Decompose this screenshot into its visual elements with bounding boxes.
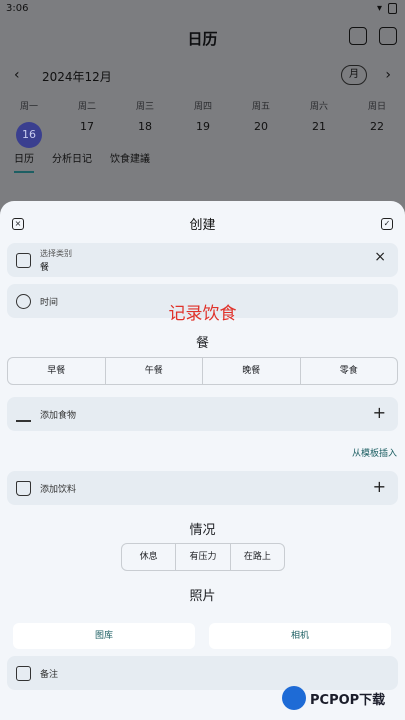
watermark-logo-icon: [282, 686, 306, 710]
tab-diet-advice[interactable]: 饮食建議: [110, 150, 150, 173]
overlay-caption: 记录饮食: [168, 304, 237, 324]
weekday-column[interactable]: 周二 17: [72, 99, 102, 133]
category-selector[interactable]: 选择类别 餐 ×: [7, 243, 398, 277]
weekday-label: 周五: [251, 102, 270, 112]
calendar-icon[interactable]: [349, 27, 367, 45]
tab-analysis-diary[interactable]: 分析日记: [52, 150, 92, 173]
add-food-plus-icon[interactable]: +: [373, 403, 386, 422]
sheet-header: × 创建 ✓: [0, 214, 405, 234]
weekday-label: 周二: [77, 102, 96, 112]
battery-icon: [388, 3, 397, 14]
situation-option-on-the-road[interactable]: 在路上: [231, 544, 284, 570]
note-label: 备注: [40, 670, 59, 680]
sheet-title: 创建: [189, 218, 216, 233]
wifi-icon: ▾: [376, 3, 382, 14]
chevron-left-icon[interactable]: ‹: [14, 67, 20, 83]
food-icon: [16, 407, 31, 422]
weekday-column[interactable]: 周五 20: [246, 99, 276, 133]
watermark: PCPOP下载: [280, 683, 405, 715]
add-drink-label: 添加饮料: [40, 485, 77, 495]
photo-heading: 照片: [189, 589, 216, 604]
weekday-label: 周六: [309, 102, 328, 112]
weekday-label: 周三: [135, 102, 154, 112]
month-navigator: ‹ 2024年12月 月 ›: [14, 65, 391, 85]
watermark-text: PCPOP下载: [310, 693, 386, 708]
date-number[interactable]: 20: [246, 120, 276, 133]
status-time: 3:06: [6, 3, 29, 14]
meal-heading: 餐: [195, 336, 209, 351]
status-bar: 3:06 ▾: [0, 0, 405, 18]
week-strip: 周一 16 周二 17 周三 18 周四 19 周五 20 周六 21 周日 22: [0, 99, 405, 148]
meal-option-lunch[interactable]: 午餐: [106, 358, 203, 384]
weekday-column[interactable]: 周三 18: [130, 99, 160, 133]
meal-option-dinner[interactable]: 晚餐: [203, 358, 301, 384]
date-number[interactable]: 17: [72, 120, 102, 133]
date-number[interactable]: 21: [304, 120, 334, 133]
add-drink-row[interactable]: 添加饮料 +: [7, 471, 398, 505]
add-food-label: 添加食物: [40, 411, 77, 421]
date-number[interactable]: 19: [188, 120, 218, 133]
clear-icon[interactable]: ×: [374, 249, 386, 265]
note-icon: [16, 666, 31, 681]
tab-calendar[interactable]: 日历: [14, 150, 34, 173]
gallery-button[interactable]: 图库: [13, 623, 195, 649]
weekday-column[interactable]: 周一 16: [14, 99, 44, 148]
weekday-column[interactable]: 周六 21: [304, 99, 334, 133]
meal-type-selector: 早餐 午餐 晚餐 零食: [7, 357, 398, 385]
add-drink-plus-icon[interactable]: +: [373, 477, 386, 496]
situation-heading: 情况: [189, 523, 216, 538]
activity-icon[interactable]: [379, 27, 397, 45]
situation-option-rest[interactable]: 休息: [122, 544, 177, 570]
category-value: 餐: [40, 263, 50, 273]
weekday-label: 周一: [19, 102, 38, 112]
weekday-label: 周四: [193, 102, 212, 112]
selected-date[interactable]: 16: [16, 122, 42, 148]
weekday-column[interactable]: 周四 19: [188, 99, 218, 133]
camera-button[interactable]: 相机: [209, 623, 391, 649]
month-label: 2024年12月: [42, 70, 112, 84]
create-sheet: × 创建 ✓ 选择类别 餐 × 时间 记录饮食 餐 早餐 午餐 晚餐 零食 添加…: [0, 201, 405, 720]
situation-selector: 休息 有压力 在路上: [121, 543, 285, 571]
meal-option-snack[interactable]: 零食: [301, 358, 398, 384]
weekday-column[interactable]: 周日 22: [362, 99, 392, 133]
insert-from-template-link[interactable]: 从模板插入: [352, 446, 397, 459]
confirm-icon[interactable]: ✓: [381, 218, 393, 230]
situation-option-stressed[interactable]: 有压力: [176, 544, 231, 570]
view-mode-button[interactable]: 月: [341, 65, 367, 85]
date-number[interactable]: 18: [130, 120, 160, 133]
folder-icon: [16, 253, 31, 268]
page-title: 日历: [187, 30, 218, 48]
date-number[interactable]: 22: [362, 120, 392, 133]
cup-icon: [16, 481, 31, 496]
add-food-row[interactable]: 添加食物 +: [7, 397, 398, 431]
weekday-label: 周日: [367, 102, 386, 112]
tab-bar: 日历 分析日记 饮食建議: [14, 150, 150, 173]
meal-option-breakfast[interactable]: 早餐: [8, 358, 106, 384]
chevron-right-icon[interactable]: ›: [385, 67, 391, 83]
category-caption: 选择类别: [40, 249, 72, 258]
